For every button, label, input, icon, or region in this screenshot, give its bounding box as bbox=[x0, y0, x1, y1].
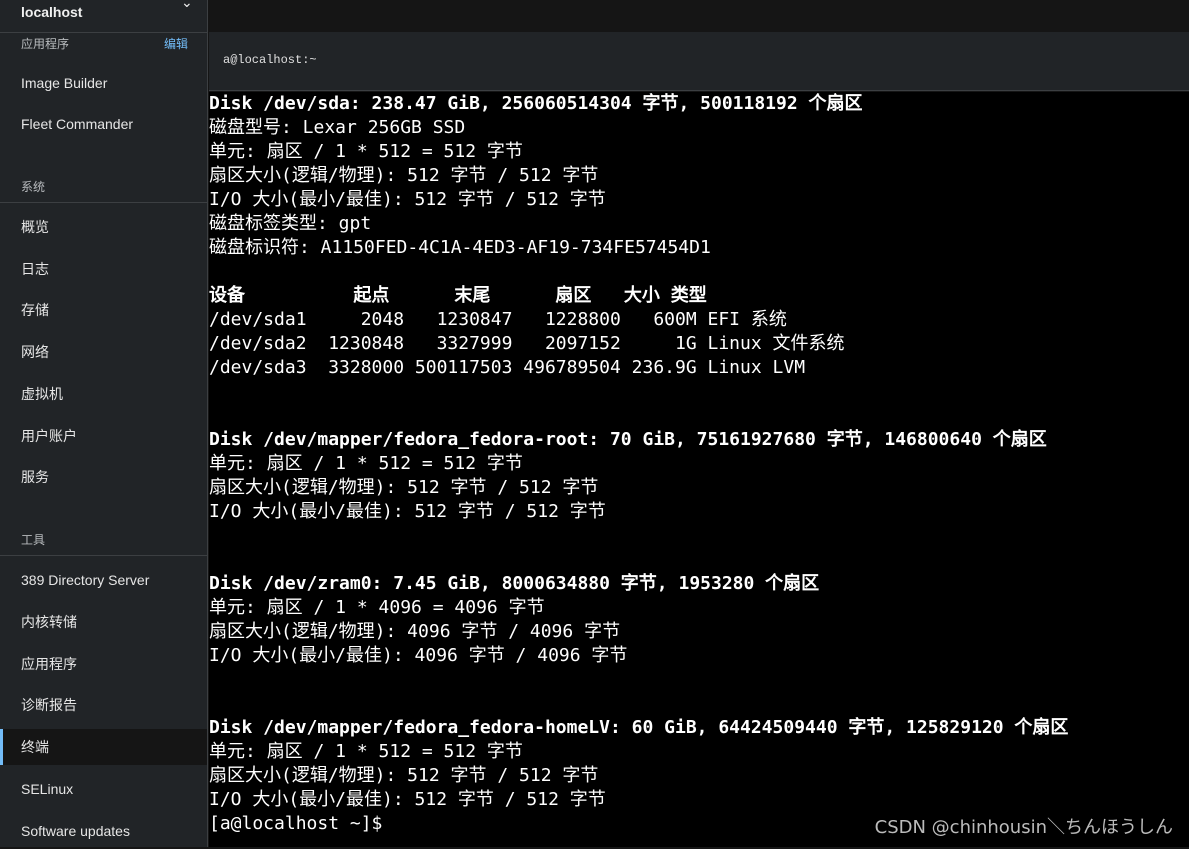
terminal-line: I/O 大小(最小/最佳): 4096 字节 / 4096 字节 bbox=[209, 645, 628, 666]
sidebar-item-389ds[interactable]: 389 Directory Server bbox=[0, 562, 207, 598]
edit-apps-link[interactable]: 编辑 bbox=[164, 35, 188, 52]
sidebar-item-selinux[interactable]: SELinux bbox=[0, 771, 207, 807]
terminal-line: Disk /dev/zram0: 7.45 GiB, 8000634880 字节… bbox=[209, 573, 820, 594]
terminal-header: a@localhost:~ bbox=[209, 32, 1189, 91]
sidebar-item-storage[interactable]: 存储 bbox=[0, 292, 207, 328]
terminal-line: 扇区大小(逻辑/物理): 512 字节 / 512 字节 bbox=[209, 477, 599, 498]
sidebar-item-accounts[interactable]: 用户账户 bbox=[0, 418, 207, 454]
sidebar-item-software-updates[interactable]: Software updates bbox=[0, 813, 207, 849]
terminal-line: 扇区大小(逻辑/物理): 512 字节 / 512 字节 bbox=[209, 765, 599, 786]
sidebar-item-services[interactable]: 服务 bbox=[0, 459, 207, 495]
terminal-line: Disk /dev/sda: 238.47 GiB, 256060514304 … bbox=[209, 93, 863, 114]
section-label-tools: 工具 bbox=[21, 533, 46, 547]
sidebar: localhost ⌄ 应用程序 编辑 Image Builder Fleet … bbox=[0, 0, 208, 847]
host-name[interactable]: localhost bbox=[21, 4, 82, 20]
terminal-line: I/O 大小(最小/最佳): 512 字节 / 512 字节 bbox=[209, 189, 606, 210]
terminal-line: I/O 大小(最小/最佳): 512 字节 / 512 字节 bbox=[209, 789, 606, 810]
chevron-down-icon[interactable]: ⌄ bbox=[181, 0, 193, 11]
sidebar-item-network[interactable]: 网络 bbox=[0, 334, 207, 370]
terminal-output[interactable]: Disk /dev/sda: 238.47 GiB, 256060514304 … bbox=[209, 92, 1189, 847]
sidebar-item-fleet-commander[interactable]: Fleet Commander bbox=[0, 106, 207, 142]
divider bbox=[0, 202, 208, 203]
terminal-line: 磁盘标签类型: gpt bbox=[209, 213, 372, 234]
terminal-line: Disk /dev/mapper/fedora_fedora-homeLV: 6… bbox=[209, 717, 1069, 738]
sidebar-item-kdump[interactable]: 内核转储 bbox=[0, 604, 207, 640]
terminal-title: a@localhost:~ bbox=[223, 53, 317, 67]
terminal-line: I/O 大小(最小/最佳): 512 字节 / 512 字节 bbox=[209, 501, 606, 522]
sidebar-item-terminal[interactable]: 终端 bbox=[0, 729, 207, 765]
terminal-line: 单元: 扇区 / 1 * 512 = 512 字节 bbox=[209, 453, 523, 474]
terminal-line: Disk /dev/mapper/fedora_fedora-root: 70 … bbox=[209, 429, 1047, 450]
terminal-line: 扇区大小(逻辑/物理): 4096 字节 / 4096 字节 bbox=[209, 621, 621, 642]
terminal-line: 设备 起点 末尾 扇区 大小 类型 bbox=[209, 285, 707, 306]
sidebar-item-vms[interactable]: 虚拟机 bbox=[0, 376, 207, 412]
sidebar-item-image-builder[interactable]: Image Builder bbox=[0, 65, 207, 101]
sidebar-item-applications[interactable]: 应用程序 bbox=[0, 646, 207, 682]
top-bar bbox=[209, 0, 1189, 32]
divider bbox=[0, 555, 208, 556]
watermark: CSDN @chinhousin＼ちんほうしん bbox=[874, 817, 1173, 838]
terminal-line: [a@localhost ~]$ bbox=[209, 813, 383, 834]
terminal-line: /dev/sda3 3328000 500117503 496789504 23… bbox=[209, 357, 806, 378]
section-label-system: 系统 bbox=[21, 180, 46, 194]
divider bbox=[0, 32, 208, 33]
sidebar-item-overview[interactable]: 概览 bbox=[0, 209, 207, 245]
terminal-line: 扇区大小(逻辑/物理): 512 字节 / 512 字节 bbox=[209, 165, 599, 186]
terminal-line: 磁盘型号: Lexar 256GB SSD bbox=[209, 117, 466, 138]
terminal-line: 单元: 扇区 / 1 * 512 = 512 字节 bbox=[209, 741, 523, 762]
sidebar-item-logs[interactable]: 日志 bbox=[0, 251, 207, 287]
terminal-line: 磁盘标识符: A1150FED-4C1A-4ED3-AF19-734FE5745… bbox=[209, 237, 711, 258]
section-label-apps: 应用程序 bbox=[21, 37, 70, 51]
terminal-line: /dev/sda2 1230848 3327999 2097152 1G Lin… bbox=[209, 333, 845, 354]
terminal-line: 单元: 扇区 / 1 * 4096 = 4096 字节 bbox=[209, 597, 545, 618]
sidebar-item-diagnostics[interactable]: 诊断报告 bbox=[0, 687, 207, 723]
terminal-line: /dev/sda1 2048 1230847 1228800 600M EFI … bbox=[209, 309, 787, 330]
terminal-line: 单元: 扇区 / 1 * 512 = 512 字节 bbox=[209, 141, 523, 162]
